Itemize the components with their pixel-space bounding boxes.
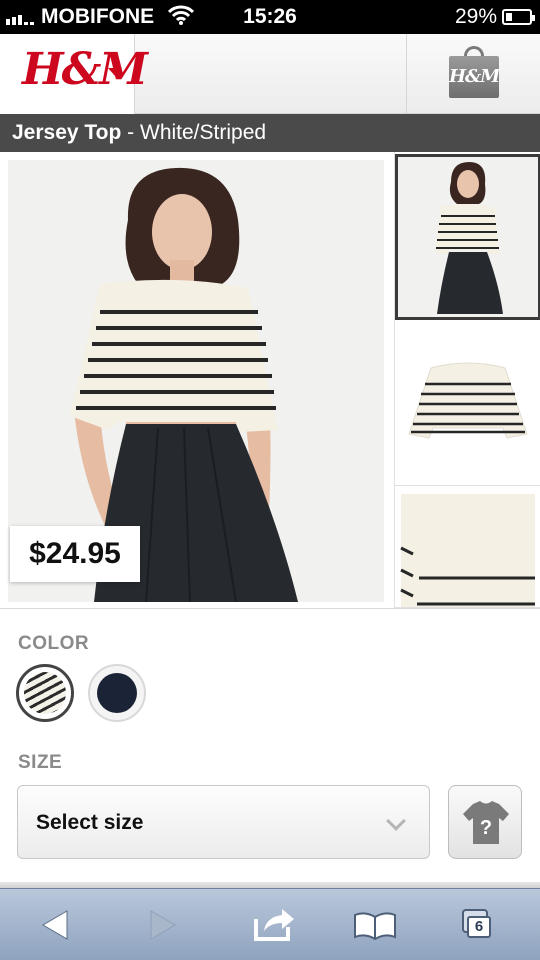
battery-percent: 29%	[454, 5, 497, 28]
chevron-down-icon	[386, 811, 406, 831]
back-icon	[42, 910, 68, 940]
battery-icon	[502, 9, 535, 25]
thumbnail-model[interactable]	[395, 154, 540, 320]
svg-text:?: ?	[480, 817, 492, 839]
product-title-bar: Jersey Top - White/Striped	[0, 114, 540, 152]
thumbnail-detail[interactable]	[395, 486, 540, 608]
bookmarks-button[interactable]	[345, 889, 405, 960]
thumbnail-strip	[394, 152, 540, 608]
site-header: H&M H&M	[0, 34, 540, 114]
browser-toolbar: 6	[0, 888, 540, 960]
hm-logo: H&M	[22, 44, 148, 95]
size-guide-button[interactable]: ?	[448, 785, 522, 859]
forward-button[interactable]	[131, 889, 191, 960]
forward-icon	[150, 910, 176, 940]
price-tag: $24.95	[10, 526, 140, 582]
tabs-count: 6	[467, 916, 491, 938]
share-button[interactable]	[242, 889, 302, 960]
size-guide-icon: ?	[463, 801, 509, 844]
thumbnail-product[interactable]	[395, 320, 540, 486]
title-separator: -	[121, 121, 140, 144]
status-right: 29%	[454, 4, 535, 30]
shopping-bag-icon: H&M	[449, 46, 500, 98]
size-label: SIZE	[18, 752, 63, 773]
color-swatch-dark-blue[interactable]	[88, 664, 146, 722]
color-swatch-striped[interactable]	[16, 664, 74, 722]
divider	[0, 608, 540, 609]
back-button[interactable]	[25, 889, 85, 960]
logo-menu-button[interactable]: H&M	[0, 34, 148, 114]
bookmarks-icon	[354, 912, 396, 941]
share-icon	[254, 909, 294, 941]
logo-menu-caret-icon	[108, 68, 122, 76]
size-select-value: Select size	[36, 811, 144, 834]
bag-logo: H&M	[449, 56, 500, 98]
color-label: COLOR	[18, 633, 90, 654]
product-variant: White/Striped	[140, 121, 267, 144]
product-name: Jersey Top	[12, 121, 122, 144]
status-bar: MOBIFONE 15:26 29%	[0, 0, 540, 34]
tabs-button[interactable]: 6	[455, 889, 515, 960]
size-select[interactable]: Select size	[17, 785, 430, 859]
shopping-bag-button[interactable]: H&M	[406, 34, 540, 114]
